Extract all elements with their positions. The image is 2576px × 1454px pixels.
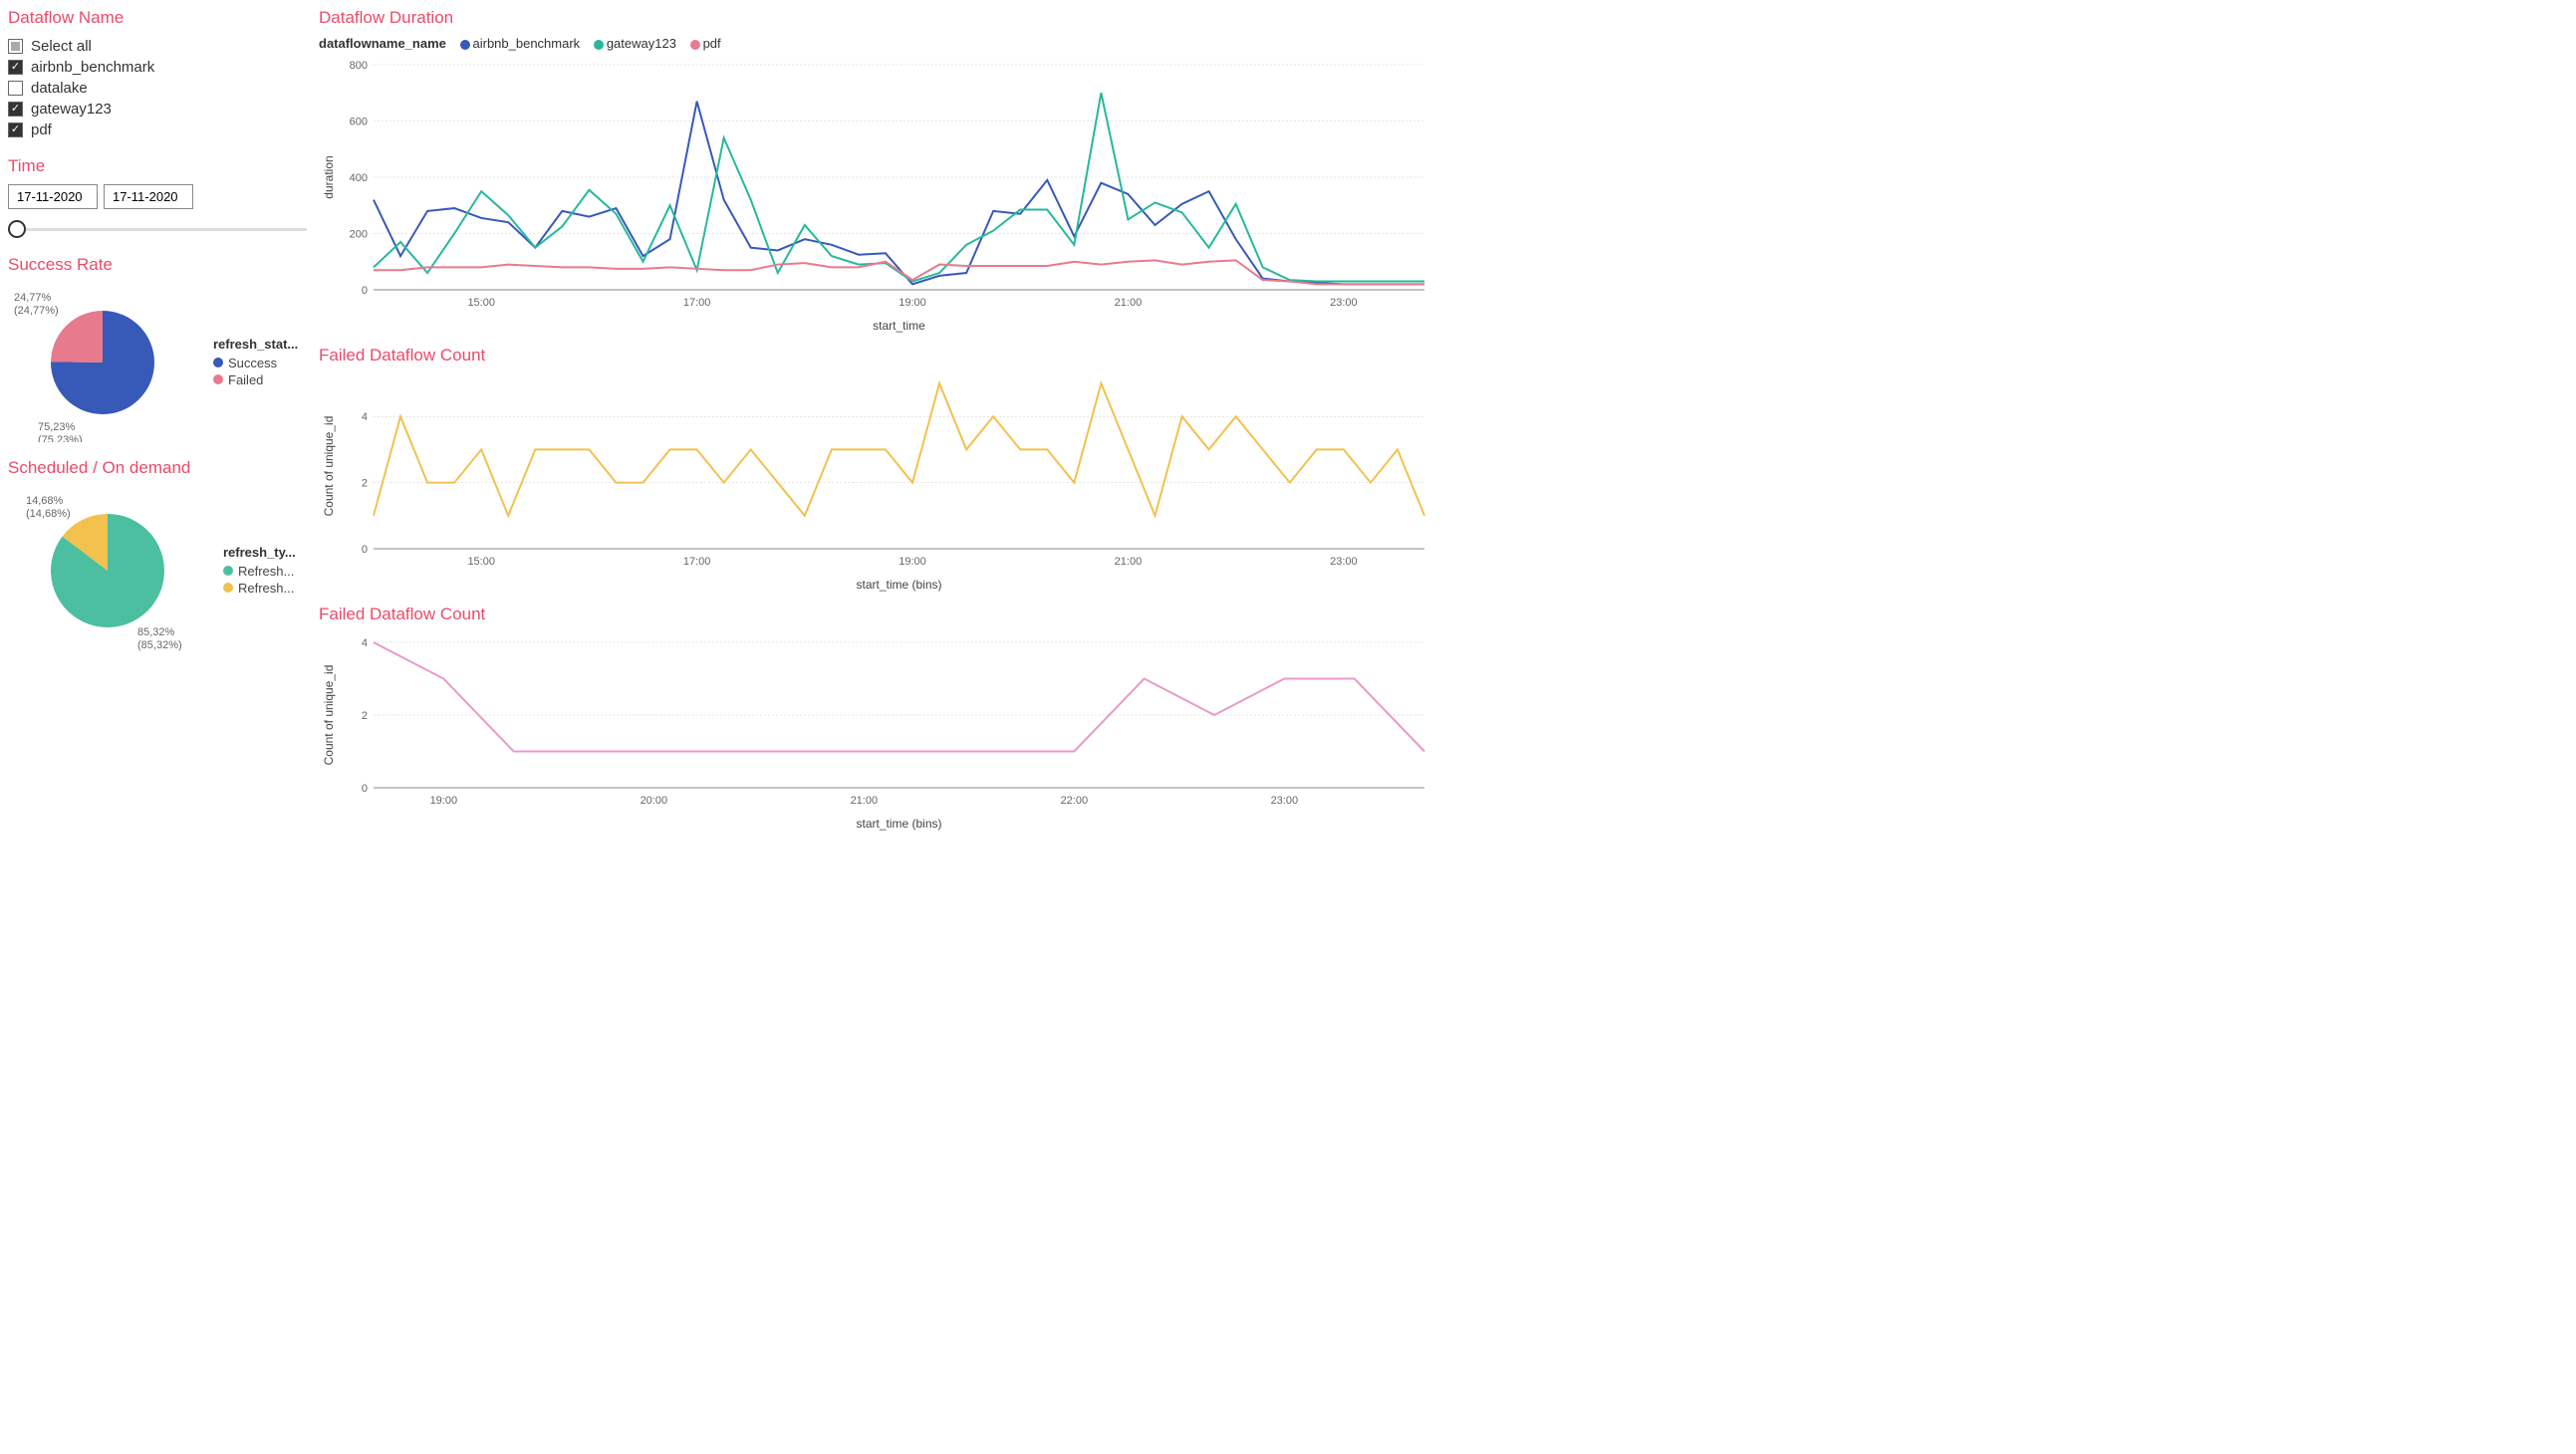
checkbox-select-all[interactable]: Select all (8, 36, 307, 57)
svg-text:75,23%: 75,23% (38, 421, 76, 433)
svg-text:22:00: 22:00 (1061, 795, 1089, 807)
svg-text:0: 0 (362, 285, 368, 297)
svg-text:24,77%: 24,77% (14, 292, 52, 304)
chart-title: Dataflow Duration (319, 8, 2568, 28)
failed2-chart-svg[interactable]: 0 2 4 19:00 20:00 21:00 22:00 23:00 start_time (… (319, 632, 1434, 832)
dot-icon (460, 40, 470, 50)
checkbox-airbnb[interactable]: airbnb_benchmark (8, 57, 307, 78)
svg-text:Count of unique_id: Count of unique_id (322, 416, 336, 517)
svg-text:800: 800 (350, 60, 368, 72)
dot-icon (594, 40, 604, 50)
svg-text:2: 2 (362, 710, 368, 722)
checkbox-label: airbnb_benchmark (31, 59, 154, 76)
schedule-title: Scheduled / On demand (8, 458, 307, 478)
legend-item-refresh1[interactable]: Refresh... (223, 564, 296, 579)
svg-text:15:00: 15:00 (467, 297, 495, 309)
checkbox-icon (8, 60, 23, 75)
svg-text:4: 4 (362, 637, 368, 649)
legend-item-refresh2[interactable]: Refresh... (223, 581, 296, 596)
pie-success: 75,23%(75,23%) 24,77%(24,77%) (8, 283, 197, 442)
svg-text:23:00: 23:00 (1330, 297, 1358, 309)
svg-text:(75,23%): (75,23%) (38, 434, 83, 442)
svg-text:200: 200 (350, 229, 368, 241)
svg-text:23:00: 23:00 (1330, 556, 1358, 568)
checkbox-label: Select all (31, 38, 92, 55)
checkbox-gateway123[interactable]: gateway123 (8, 99, 307, 120)
section-success-rate: Success Rate 75,23%(75,23%) 24,77%(24,77%… (8, 255, 307, 442)
svg-text:21:00: 21:00 (1115, 556, 1143, 568)
svg-text:0: 0 (362, 544, 368, 556)
chart-failed-1: Failed Dataflow Count 0 2 4 15:00 17:00 19:00… (319, 346, 2568, 593)
svg-text:(85,32%): (85,32%) (137, 639, 182, 651)
svg-text:21:00: 21:00 (1115, 297, 1143, 309)
success-title: Success Rate (8, 255, 307, 275)
date-to-input[interactable] (104, 184, 193, 209)
svg-text:14,68%: 14,68% (26, 495, 64, 507)
svg-text:duration: duration (322, 155, 336, 198)
svg-text:4: 4 (362, 411, 368, 423)
duration-chart-svg[interactable]: 0 200 400 600 800 15:00 17:00 19:00 21:00 23:00 st… (319, 55, 1434, 334)
time-title: Time (8, 156, 307, 176)
legend-title: refresh_ty... (223, 545, 296, 560)
chart-title: Failed Dataflow Count (319, 605, 2568, 624)
checkbox-label: gateway123 (31, 101, 112, 118)
pie-schedule: 85,32%(85,32%) 14,68%(14,68%) (8, 486, 207, 655)
svg-text:start_time (bins): start_time (bins) (856, 817, 941, 831)
filter-time: Time (8, 156, 307, 239)
svg-text:start_time: start_time (873, 319, 925, 333)
svg-text:19:00: 19:00 (430, 795, 458, 807)
chart-failed-2: Failed Dataflow Count 0 2 4 19:00 20:00 21:00… (319, 605, 2568, 832)
chart-dataflow-duration: Dataflow Duration dataflowname_name airb… (319, 8, 2568, 334)
legend-success: refresh_stat... Success Failed (213, 337, 298, 389)
dot-icon (223, 583, 233, 593)
svg-text:(24,77%): (24,77%) (14, 305, 59, 317)
chart-title: Failed Dataflow Count (319, 346, 2568, 365)
filter-dataflow-name: Dataflow Name Select all airbnb_benchmar… (8, 8, 307, 140)
checkbox-icon (8, 81, 23, 96)
legend-title: refresh_stat... (213, 337, 298, 352)
slider-thumb[interactable] (8, 220, 26, 238)
svg-text:85,32%: 85,32% (137, 626, 175, 638)
svg-text:400: 400 (350, 172, 368, 184)
svg-text:23:00: 23:00 (1271, 795, 1299, 807)
time-slider[interactable] (8, 219, 307, 239)
legend-schedule: refresh_ty... Refresh... Refresh... (223, 545, 296, 598)
svg-text:19:00: 19:00 (899, 297, 926, 309)
slider-track (8, 228, 307, 231)
svg-text:15:00: 15:00 (467, 556, 495, 568)
filter-title: Dataflow Name (8, 8, 307, 28)
checkbox-label: pdf (31, 121, 52, 138)
checkbox-datalake[interactable]: datalake (8, 78, 307, 99)
svg-text:20:00: 20:00 (641, 795, 668, 807)
svg-text:(14,68%): (14,68%) (26, 508, 71, 520)
svg-text:17:00: 17:00 (683, 556, 711, 568)
svg-text:19:00: 19:00 (899, 556, 926, 568)
dot-icon (690, 40, 700, 50)
checkbox-icon (8, 39, 23, 54)
svg-text:17:00: 17:00 (683, 297, 711, 309)
svg-text:Count of unique_id: Count of unique_id (322, 665, 336, 766)
failed1-chart-svg[interactable]: 0 2 4 15:00 17:00 19:00 21:00 23:00 start_time (… (319, 373, 1434, 593)
date-from-input[interactable] (8, 184, 98, 209)
svg-text:600: 600 (350, 117, 368, 128)
dot-icon (213, 374, 223, 384)
legend-item-success[interactable]: Success (213, 356, 298, 370)
svg-text:2: 2 (362, 478, 368, 490)
section-scheduled: Scheduled / On demand 85,32%(85,32%) 14,6… (8, 458, 307, 655)
checkbox-icon (8, 102, 23, 117)
svg-text:21:00: 21:00 (851, 795, 879, 807)
dot-icon (223, 566, 233, 576)
checkbox-pdf[interactable]: pdf (8, 120, 307, 140)
checkbox-icon (8, 122, 23, 137)
svg-text:0: 0 (362, 783, 368, 795)
checkbox-label: datalake (31, 80, 88, 97)
dot-icon (213, 358, 223, 367)
svg-text:start_time (bins): start_time (bins) (856, 578, 941, 592)
legend-item-failed[interactable]: Failed (213, 372, 298, 387)
chart-legend: dataflowname_name airbnb_benchmark gatew… (319, 36, 2568, 51)
